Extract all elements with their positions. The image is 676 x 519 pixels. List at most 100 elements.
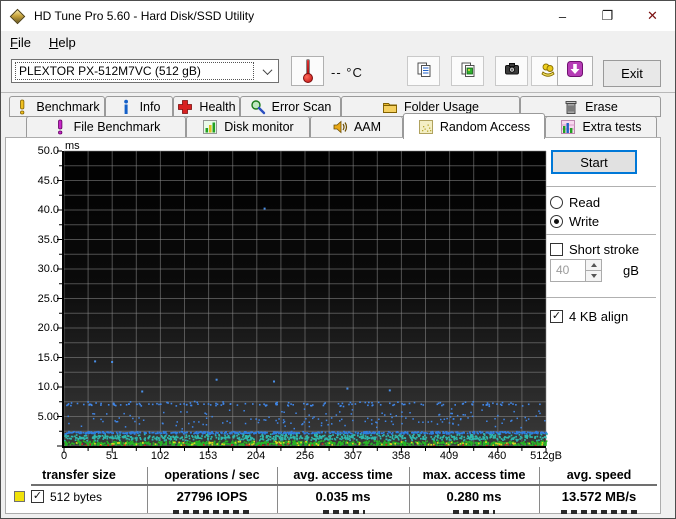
tab-extra-tests[interactable]: Extra tests: [545, 116, 657, 138]
y-tick-label: 30.0: [37, 263, 59, 275]
tab-info[interactable]: Info: [105, 96, 173, 117]
tab-label: Info: [139, 99, 161, 114]
copy-image-button[interactable]: [451, 56, 484, 86]
tab-label: Benchmark: [36, 99, 100, 114]
tab-label: AAM: [353, 120, 382, 134]
tab-row-2: File Benchmark Disk monitor AAM Random Acce…: [26, 113, 657, 139]
screenshot-button[interactable]: [495, 56, 528, 86]
read-radio-label: Read: [569, 195, 601, 210]
menu-item-file[interactable]: File: [1, 33, 40, 52]
copy-text-icon: [416, 61, 432, 82]
y-tick-label: 20.0: [37, 322, 59, 334]
hand-coins-icon: [540, 61, 556, 82]
x-tick-label: 204: [246, 450, 266, 462]
tab-label: File Benchmark: [73, 120, 161, 134]
short-stroke-capacity-spinner[interactable]: 40: [550, 259, 602, 282]
benchmark-icon: [14, 99, 30, 115]
radio-icon[interactable]: [550, 215, 563, 228]
table-header-underline: [31, 484, 657, 486]
chevron-down-icon[interactable]: [256, 64, 278, 75]
separator: [546, 234, 656, 235]
4kb-align-label: 4 KB align: [569, 309, 629, 324]
tab-aam[interactable]: AAM: [310, 116, 403, 138]
y-tick-label: 45.0: [37, 174, 59, 187]
error-scan-icon: [250, 99, 266, 115]
write-radio[interactable]: Write: [550, 214, 599, 229]
tab-label: Error Scan: [271, 99, 332, 114]
window-title: HD Tune Pro 5.60 - Hard Disk/SSD Utility: [34, 9, 255, 23]
title-bar: HD Tune Pro 5.60 - Hard Disk/SSD Utility…: [1, 1, 675, 31]
y-tick-label: 10.0: [37, 381, 59, 393]
start-button[interactable]: Start: [551, 150, 637, 174]
copy-image-icon: [460, 61, 476, 82]
y-tick-label: 15.0: [37, 351, 59, 364]
y-tick-label: 35.0: [37, 233, 59, 246]
tab-label: Random Access: [439, 119, 531, 134]
window-bottom-strip: [1, 514, 675, 518]
radio-icon[interactable]: [550, 196, 563, 209]
download-arrow-icon: [567, 60, 583, 82]
checkbox-icon[interactable]: ✓: [550, 310, 563, 323]
thermometer-icon: [302, 59, 314, 83]
temperature-button[interactable]: [291, 56, 324, 86]
tab-label: Health: [199, 99, 236, 114]
short-stroke-checkbox[interactable]: Short stroke: [550, 242, 639, 257]
menu-item-help[interactable]: Help: [40, 33, 85, 52]
table-cell: 13.572 MB/s: [561, 489, 637, 504]
aam-icon: [332, 119, 348, 135]
spinner-up-button[interactable]: [586, 260, 601, 270]
tab-label: Folder Usage: [403, 99, 480, 114]
tab-benchmark[interactable]: Benchmark: [9, 96, 105, 117]
checkbox-icon[interactable]: [550, 243, 563, 256]
tab-disk-monitor[interactable]: Disk monitor: [186, 116, 310, 138]
table-cell: 27796 IOPS: [176, 489, 248, 504]
y-tick-label: 50.0: [37, 145, 59, 157]
y-tick-label: 5.00: [37, 410, 59, 423]
random-access-icon: [418, 119, 434, 135]
y-tick-label: 25.0: [37, 292, 59, 305]
drive-select-value: PLEXTOR PX-512M7VC (512 gB): [15, 62, 254, 80]
transfer-size-checkbox[interactable]: ✓: [31, 490, 44, 503]
x-tick-label: 409: [439, 450, 459, 462]
tab-label: Erase: [585, 99, 618, 114]
4kb-align-checkbox[interactable]: ✓ 4 KB align: [550, 309, 628, 324]
maximize-button[interactable]: ❐: [585, 1, 630, 31]
tab-row-1: Benchmark Info Health Error Scan Folder Usag…: [9, 96, 661, 117]
transfer-size-label: 512 bytes: [50, 490, 103, 504]
health-icon: [177, 99, 193, 115]
access-time-scatter-plot: [57, 150, 548, 453]
table-header-4: avg. speed: [566, 468, 632, 482]
window-controls: – ❐ ✕: [540, 1, 675, 31]
table-header-2: avg. access time: [293, 468, 393, 482]
hd-tune-window: HD Tune Pro 5.60 - Hard Disk/SSD Utility…: [0, 0, 676, 519]
tab-label: Disk monitor: [224, 120, 294, 134]
close-button[interactable]: ✕: [630, 1, 675, 31]
tab-file-benchmark[interactable]: File Benchmark: [26, 116, 186, 138]
update-download-button[interactable]: [557, 56, 593, 86]
tab-error-scan[interactable]: Error Scan: [240, 96, 341, 117]
table-header-0: transfer size: [42, 468, 116, 482]
camera-icon: [504, 61, 520, 82]
tab-random-access[interactable]: Random Access: [403, 113, 545, 139]
exit-button[interactable]: Exit: [603, 60, 661, 87]
table-cell: 0.035 ms: [315, 489, 371, 504]
file-benchmark-icon: [52, 119, 68, 135]
write-radio-label: Write: [569, 214, 600, 229]
info-icon: [118, 99, 134, 115]
copy-text-button[interactable]: [407, 56, 440, 86]
app-logo-icon: [9, 8, 26, 24]
series-color-swatch: [14, 491, 25, 502]
toolbar: PLEXTOR PX-512M7VC (512 gB) -- °C Exit: [1, 53, 675, 93]
spinner-down-button[interactable]: [586, 270, 601, 281]
table-header-3: max. access time: [422, 468, 526, 482]
tab-health[interactable]: Health: [173, 96, 240, 117]
read-radio[interactable]: Read: [550, 195, 600, 210]
capacity-unit-label: gB: [623, 263, 639, 278]
short-stroke-label: Short stroke: [569, 242, 640, 257]
table-cell: 0.280 ms: [446, 489, 502, 504]
arrow-up-icon: [590, 263, 597, 267]
minimize-button[interactable]: –: [540, 1, 585, 31]
table-header-1: operations / sec: [164, 468, 260, 482]
extra-tests-icon: [560, 119, 576, 135]
drive-select-dropdown[interactable]: PLEXTOR PX-512M7VC (512 gB): [11, 59, 279, 83]
